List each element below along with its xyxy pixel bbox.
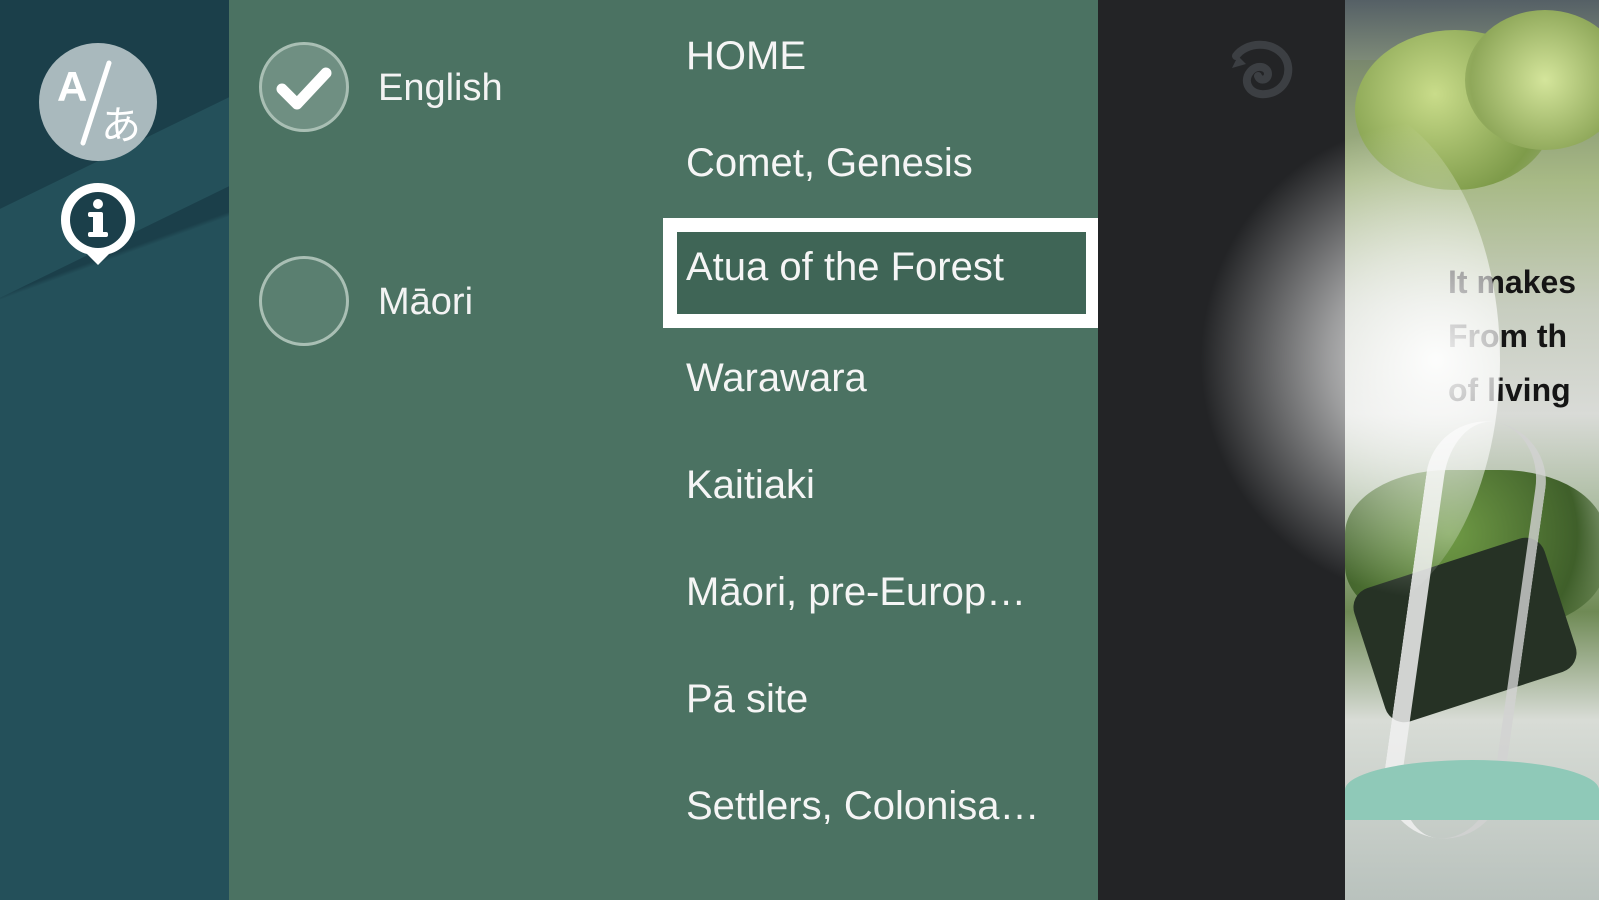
header-strip — [1098, 0, 1345, 900]
language-translate-icon: A あ — [57, 60, 141, 149]
language-label: Māori — [378, 281, 474, 323]
language-option-english[interactable]: English — [259, 42, 639, 134]
language-button[interactable]: A あ — [39, 43, 157, 161]
menu-item-warawara[interactable]: Warawara — [686, 348, 1096, 408]
radio-unchecked[interactable] — [259, 256, 349, 346]
radio-checked[interactable] — [259, 42, 349, 132]
content-preview: It makes From th of living — [1345, 0, 1599, 900]
svg-text:あ: あ — [101, 103, 141, 149]
menu-item-atua-of-the-forest[interactable]: Atua of the Forest — [663, 218, 1100, 328]
language-option-maori[interactable]: Māori — [259, 256, 639, 348]
info-pin-icon — [61, 183, 135, 265]
preview-text-line: From th — [1448, 318, 1568, 354]
side-rail: A あ — [0, 0, 229, 900]
app-screen: A あ English Māori HOME Comet, Genesis At… — [0, 0, 1599, 900]
info-button[interactable] — [57, 179, 139, 267]
preview-water — [1345, 760, 1599, 820]
checkmark-icon — [276, 67, 332, 110]
menu-item-kaitiaki[interactable]: Kaitiaki — [686, 455, 1096, 515]
menu-item-maori-pre-european[interactable]: Māori, pre-Europ… — [686, 562, 1096, 622]
language-label: English — [378, 67, 503, 109]
preview-text-line: It makes — [1448, 264, 1577, 300]
svg-text:A: A — [57, 63, 87, 110]
menu-item-pa-site[interactable]: Pā site — [686, 669, 1096, 729]
preview-text: It makes From th of living — [1448, 255, 1599, 417]
chapter-menu: HOME Comet, Genesis Atua of the Forest W… — [663, 0, 1100, 900]
language-panel: English Māori — [229, 0, 669, 900]
menu-item-settlers[interactable]: Settlers, Colonisa… — [686, 776, 1096, 836]
menu-item-home[interactable]: HOME — [686, 26, 1096, 86]
preview-text-line: of living — [1448, 372, 1571, 408]
menu-item-comet-genesis[interactable]: Comet, Genesis — [686, 133, 1096, 193]
koru-spiral-icon — [1232, 40, 1293, 99]
koru-button[interactable] — [1226, 34, 1296, 104]
